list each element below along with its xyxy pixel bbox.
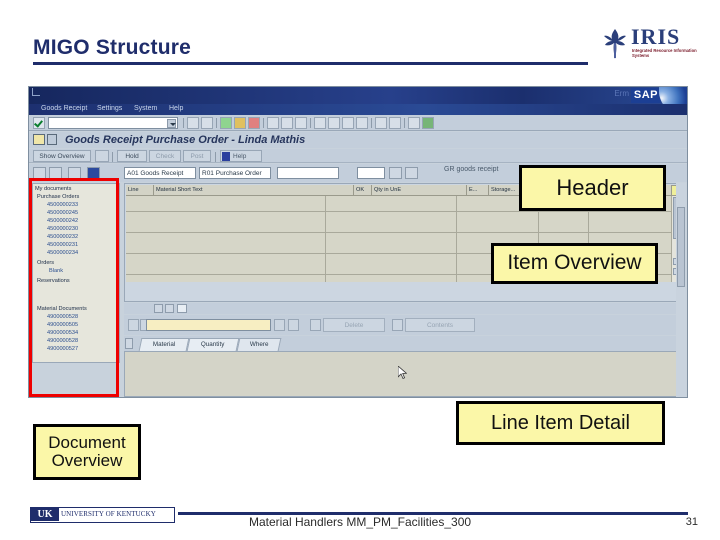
menu-item-help[interactable]: Help: [169, 105, 183, 112]
help-icon[interactable]: [408, 117, 420, 129]
overview-toggle-icon[interactable]: [95, 150, 109, 162]
window-system-menu-icon[interactable]: [32, 88, 40, 96]
column-header-line[interactable]: Line: [126, 185, 154, 196]
contents-button[interactable]: Contents: [405, 318, 475, 332]
save-icon[interactable]: [267, 117, 279, 129]
customize-local-layout-icon[interactable]: [422, 117, 434, 129]
previous-page-icon[interactable]: [328, 117, 340, 129]
page-number: 31: [685, 516, 698, 528]
tab-material[interactable]: Material: [138, 338, 190, 351]
command-field-dropdown-icon[interactable]: [167, 119, 176, 128]
enter-check-icon[interactable]: [33, 117, 45, 129]
filter-icon[interactable]: [288, 319, 299, 331]
iris-logo: IRIS Integrated Resource Information Sys…: [601, 24, 706, 70]
window-vertical-scrollbar[interactable]: [676, 183, 686, 397]
menu-item-goods-receipt[interactable]: Goods Receipt: [41, 105, 87, 112]
column-header-unit[interactable]: E...: [467, 185, 489, 196]
find-next-icon[interactable]: [274, 319, 285, 331]
tab-quantity-label: Quantity: [201, 341, 225, 348]
delete-row-icon[interactable]: [310, 319, 321, 331]
sap-window-titlebar: Erm SAP: [29, 87, 687, 115]
menu-item-settings[interactable]: Settings: [97, 105, 122, 112]
detail-tabstrip: Material Quantity Where: [124, 336, 682, 351]
first-page-icon[interactable]: [314, 117, 326, 129]
sap-standard-toolbar: [29, 115, 687, 131]
search-input[interactable]: [146, 319, 271, 331]
document-icon: [47, 134, 57, 145]
footer-text: Material Handlers MM_PM_Facilities_300: [248, 515, 472, 529]
exit-yellow-icon[interactable]: [234, 117, 246, 129]
window-title-faint: Erm: [614, 89, 629, 98]
page-title: MIGO Structure: [33, 36, 191, 59]
iris-wordmark: IRIS: [631, 24, 681, 49]
screen-icon: [33, 134, 45, 145]
sap-menu-bar: Goods Receipt Settings System Help: [29, 104, 687, 115]
find-icon[interactable]: [295, 117, 307, 129]
hold-button[interactable]: Hold: [117, 150, 147, 162]
contents-icon[interactable]: [392, 319, 403, 331]
sap-logo: SAP: [630, 88, 661, 103]
callout-item-overview: Item Overview: [491, 243, 658, 284]
back-icon[interactable]: [187, 117, 199, 129]
menu-item-system[interactable]: System: [134, 105, 157, 112]
cancel-red-icon[interactable]: [248, 117, 260, 129]
tab-material-label: Material: [152, 341, 176, 348]
tab-where[interactable]: Where: [236, 338, 282, 351]
search-document-icon[interactable]: [389, 167, 402, 179]
tab-where-label: Where: [249, 341, 269, 348]
sap-gui-window: Erm SAP Goods Receipt Settings System He…: [28, 86, 688, 398]
iris-subtitle: Integrated Resource Information Systems: [632, 48, 697, 59]
callout-document-overview-line1: Document: [48, 433, 126, 453]
delete-button[interactable]: Delete: [323, 318, 385, 332]
mouse-cursor-icon: [398, 366, 407, 379]
sort-ascending-icon[interactable]: [128, 319, 139, 331]
item-number-field[interactable]: [357, 167, 385, 179]
help-button[interactable]: Help: [220, 150, 262, 162]
callout-header: Header: [519, 165, 666, 211]
sap-application-title-bar: Goods Receipt Purchase Order - Linda Mat…: [29, 132, 687, 148]
reference-document-select[interactable]: R01 Purchase Order: [199, 167, 271, 179]
next-page-icon[interactable]: [342, 117, 354, 129]
document-number-field[interactable]: [277, 167, 339, 179]
tabstrip-scroll-icon[interactable]: [125, 338, 133, 349]
exit-icon[interactable]: [201, 117, 213, 129]
execute-icon[interactable]: [405, 167, 418, 179]
column-header-ok[interactable]: OK: [354, 185, 372, 196]
callout-document-overview-line2: Overview: [51, 451, 123, 470]
column-header-qty[interactable]: Qty in UnE: [372, 185, 467, 196]
action-select[interactable]: A01 Goods Receipt: [124, 167, 196, 179]
detail-toolbar: Delete Contents: [124, 315, 682, 335]
post-button[interactable]: Post: [183, 150, 211, 162]
movement-type-label: GR goods receipt: [444, 166, 499, 173]
sap-application-toolbar: Show Overview Hold Check Post Help: [29, 149, 687, 163]
callout-document-overview: Document Overview: [33, 424, 141, 480]
create-shortcut-icon[interactable]: [389, 117, 401, 129]
check-button[interactable]: Check: [149, 150, 181, 162]
document-overview-highlight: [29, 178, 119, 397]
title-divider: [33, 62, 588, 65]
iris-flower-icon: [604, 29, 626, 59]
back-green-icon[interactable]: [220, 117, 232, 129]
last-page-icon[interactable]: [356, 117, 368, 129]
application-title: Goods Receipt Purchase Order - Linda Mat…: [65, 134, 306, 146]
command-field[interactable]: [48, 117, 178, 129]
grid-horizontal-scrollbar[interactable]: [124, 303, 682, 314]
tab-quantity[interactable]: Quantity: [186, 338, 240, 351]
callout-line-item-detail: Line Item Detail: [456, 401, 665, 445]
print-icon[interactable]: [281, 117, 293, 129]
create-session-icon[interactable]: [375, 117, 387, 129]
show-overview-button[interactable]: Show Overview: [33, 150, 91, 162]
column-header-short-text[interactable]: Material Short Text: [154, 185, 354, 196]
